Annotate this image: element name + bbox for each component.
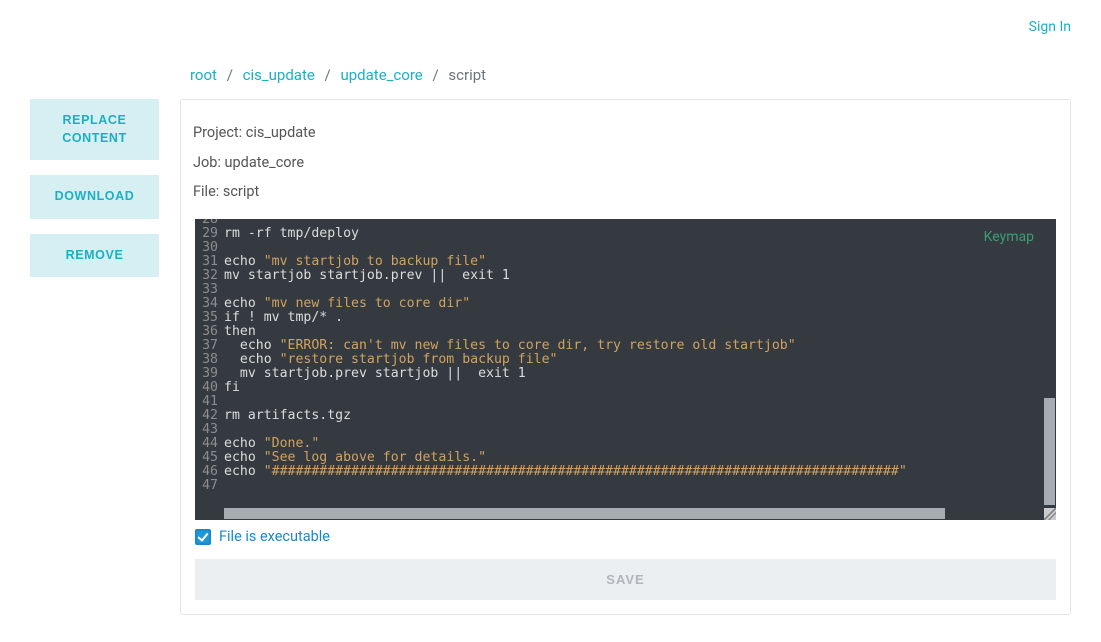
download-button[interactable]: DOWNLOAD — [30, 175, 159, 219]
signin-link[interactable]: Sign In — [1029, 19, 1071, 35]
code-line: echo "ERROR: can't mv new files to core … — [224, 339, 796, 353]
code-line: echo "See log above for details." — [224, 451, 486, 465]
file-executable-label: File is executable — [219, 528, 330, 545]
line-number: 35 — [195, 311, 224, 325]
remove-button[interactable]: REMOVE — [30, 234, 159, 278]
meta-job: Job: update_core — [193, 148, 1058, 178]
line-number: 47 — [195, 479, 224, 493]
line-number: 30 — [195, 241, 224, 255]
content-panel: Project: cis_update Job: update_core Fil… — [180, 99, 1071, 615]
code-line: echo "##################################… — [224, 465, 907, 479]
code-line: echo "restore startjob from backup file" — [224, 353, 557, 367]
code-line: if ! mv tmp/* . — [224, 311, 343, 325]
breadcrumb-sep: / — [325, 66, 331, 84]
file-executable-checkbox[interactable] — [195, 529, 211, 545]
line-number: 41 — [195, 395, 224, 409]
line-number: 38 — [195, 353, 224, 367]
line-number: 36 — [195, 325, 224, 339]
keymap-link[interactable]: Keymap — [984, 229, 1034, 245]
vertical-scrollbar[interactable] — [1044, 219, 1055, 508]
code-line: rm -rf tmp/deploy — [224, 227, 359, 241]
replace-content-button[interactable]: REPLACE CONTENT — [30, 99, 159, 160]
code-editor[interactable]: Keymap 28 29rm -rf tmp/deploy 30 31echo … — [195, 219, 1056, 520]
line-number: 33 — [195, 283, 224, 297]
code-line: rm artifacts.tgz — [224, 409, 351, 423]
line-number: 32 — [195, 269, 224, 283]
line-number: 42 — [195, 409, 224, 423]
meta-project: Project: cis_update — [193, 118, 1058, 148]
breadcrumb-root[interactable]: root — [190, 66, 217, 84]
line-number: 39 — [195, 367, 224, 381]
breadcrumb-sep: / — [227, 66, 233, 84]
code-line: echo "mv startjob to backup file" — [224, 255, 486, 269]
line-number: 40 — [195, 381, 224, 395]
breadcrumb-project[interactable]: cis_update — [243, 66, 315, 84]
line-number: 29 — [195, 227, 224, 241]
save-button[interactable]: SAVE — [195, 559, 1056, 600]
breadcrumb-sep: / — [432, 66, 438, 84]
line-number: 37 — [195, 339, 224, 353]
line-number: 31 — [195, 255, 224, 269]
line-number: 43 — [195, 423, 224, 437]
breadcrumb: root / cis_update / update_core / script — [190, 66, 486, 84]
code-line: fi — [224, 381, 240, 395]
code-line: mv startjob.prev startjob || exit 1 — [224, 367, 526, 381]
code-line: then — [224, 325, 256, 339]
line-number: 46 — [195, 465, 224, 479]
resize-handle[interactable] — [1044, 508, 1056, 520]
line-number: 45 — [195, 451, 224, 465]
breadcrumb-current: script — [448, 66, 486, 84]
code-line: echo "Done." — [224, 437, 319, 451]
meta-file: File: script — [193, 177, 1058, 207]
code-line: mv startjob startjob.prev || exit 1 — [224, 269, 510, 283]
breadcrumb-job[interactable]: update_core — [340, 66, 422, 84]
horizontal-scrollbar[interactable] — [224, 508, 1043, 519]
line-number: 34 — [195, 297, 224, 311]
line-number: 44 — [195, 437, 224, 451]
code-line: echo "mv new files to core dir" — [224, 297, 470, 311]
